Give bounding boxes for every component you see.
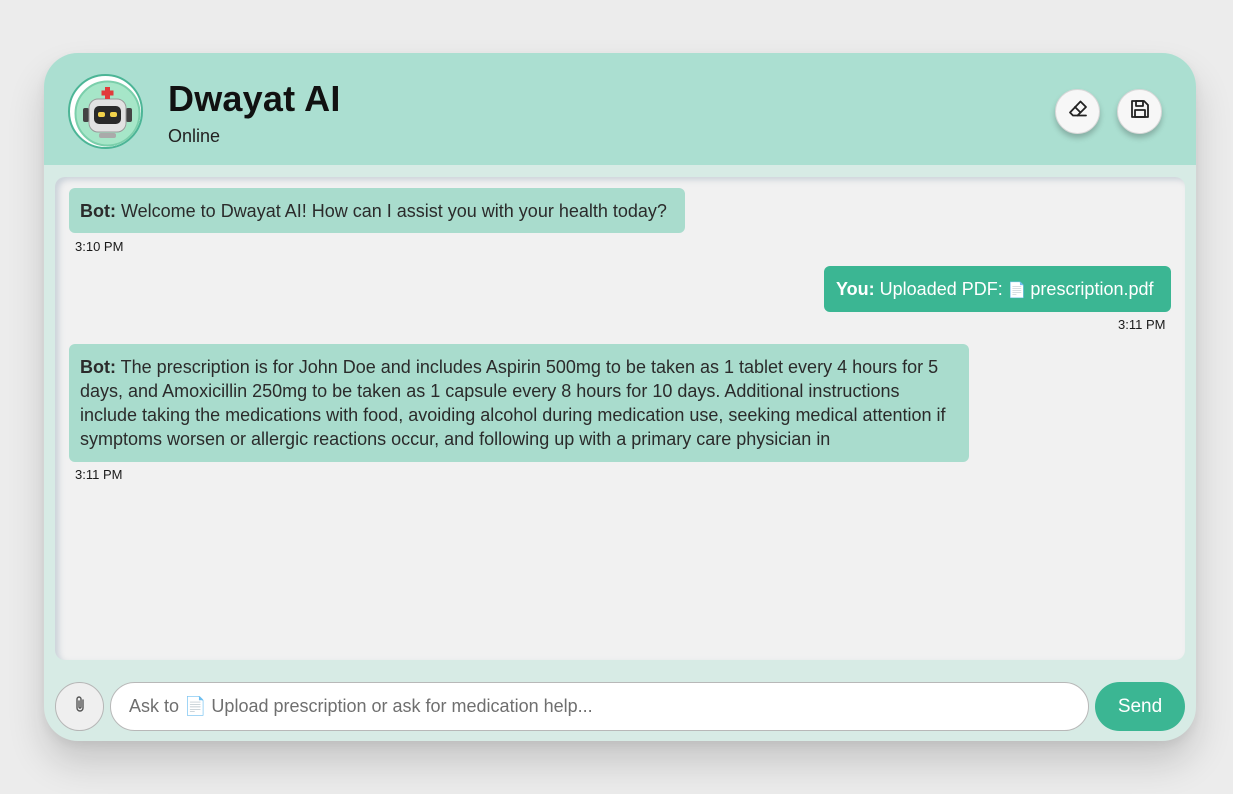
save-chat-button[interactable] [1117, 89, 1162, 134]
message-timestamp: 3:11 PM [75, 467, 123, 482]
message-text: The prescription is for John Doe and inc… [80, 357, 946, 449]
paperclip-icon [72, 694, 88, 719]
send-button[interactable]: Send [1095, 682, 1185, 731]
floppy-disk-icon [1128, 97, 1152, 126]
user-message: You: Uploaded PDF: 📄 prescription.pdf [824, 266, 1171, 312]
message-input[interactable] [110, 682, 1089, 731]
online-status: Online [168, 126, 221, 146]
message-text: Uploaded PDF: [874, 279, 1008, 299]
clear-chat-button[interactable] [1055, 89, 1100, 134]
message-timestamp: 3:10 PM [75, 239, 124, 254]
bot-message: Bot: The prescription is for John Doe an… [69, 344, 969, 462]
attach-file-button[interactable] [55, 682, 104, 731]
message-text: Welcome to Dwayat AI! How can I assist y… [115, 201, 667, 221]
app-title: Dwayat AI [168, 78, 341, 119]
robot-doctor-icon [68, 74, 143, 149]
message-timestamp: 3:11 PM [1118, 317, 1166, 332]
message-sender: Bot: [80, 357, 116, 377]
chat-header: Dwayat AI Online [44, 53, 1196, 165]
message-sender: You: [836, 279, 875, 299]
message-list[interactable]: Bot: Welcome to Dwayat AI! How can I ass… [55, 177, 1185, 660]
eraser-icon [1066, 97, 1090, 126]
chat-window: Dwayat AI Online Bot: Welcome to Dwayat … [44, 53, 1196, 741]
message-sender: Bot: [80, 201, 116, 221]
attached-file-name[interactable]: prescription.pdf [1030, 279, 1153, 299]
bot-message: Bot: Welcome to Dwayat AI! How can I ass… [69, 188, 685, 233]
document-icon: 📄 [1007, 282, 1027, 299]
